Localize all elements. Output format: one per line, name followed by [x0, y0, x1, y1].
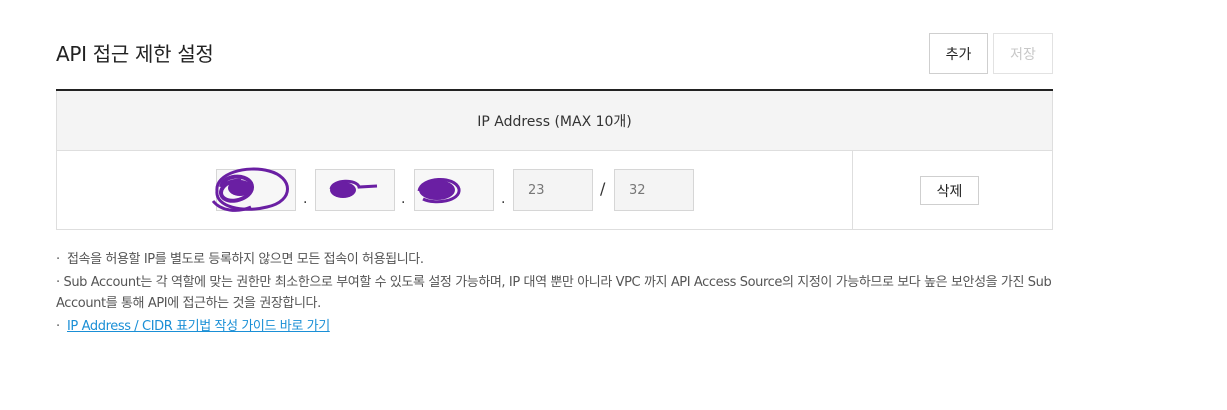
- cidr-prefix-input[interactable]: 32: [614, 169, 694, 211]
- cidr-slash: /: [600, 179, 606, 198]
- ip-address-cell: . . . 23 / 32: [57, 151, 853, 229]
- note-text: Sub Account는 각 역할에 맞는 권한만 최소한으로 부여할 수 있도…: [56, 275, 1052, 311]
- ip-dot-separator: .: [501, 191, 506, 207]
- bullet: ·: [56, 252, 60, 267]
- ip-dot-separator: .: [303, 191, 308, 207]
- note-item: · IP Address / CIDR 표기법 작성 가이드 바로 가기: [56, 316, 1056, 337]
- page-title: API 접근 제한 설정: [56, 42, 214, 66]
- note-text: 접속을 허용할 IP를 별도로 등록하지 않으면 모든 접속이 허용됩니다.: [67, 252, 424, 267]
- ip-address-column-header: IP Address (MAX 10개): [56, 91, 1053, 151]
- bullet: ·: [56, 319, 60, 334]
- ip-octet-3-input[interactable]: [414, 169, 494, 211]
- delete-button[interactable]: 삭제: [920, 176, 979, 205]
- action-cell: 삭제: [853, 151, 1052, 229]
- ip-octet-2-input[interactable]: [315, 169, 395, 211]
- save-button[interactable]: 저장: [993, 33, 1053, 74]
- notes-list: · 접속을 허용할 IP를 별도로 등록하지 않으면 모든 접속이 허용됩니다.…: [56, 249, 1056, 339]
- note-item: · Sub Account는 각 역할에 맞는 권한만 최소한으로 부여할 수 …: [56, 272, 1056, 314]
- ip-dot-separator: .: [401, 191, 406, 207]
- ip-octet-1-input[interactable]: [216, 169, 296, 211]
- add-button[interactable]: 추가: [929, 33, 988, 74]
- note-item: · 접속을 허용할 IP를 별도로 등록하지 않으면 모든 접속이 허용됩니다.: [56, 249, 1056, 270]
- cidr-guide-link[interactable]: IP Address / CIDR 표기법 작성 가이드 바로 가기: [67, 319, 330, 334]
- ip-octet-4-input[interactable]: 23: [513, 169, 593, 211]
- table-row: . . . 23 / 32 삭제: [56, 151, 1053, 230]
- bullet: ·: [56, 275, 60, 290]
- ip-restriction-table: IP Address (MAX 10개) . . . 23 / 32 삭제: [56, 89, 1053, 230]
